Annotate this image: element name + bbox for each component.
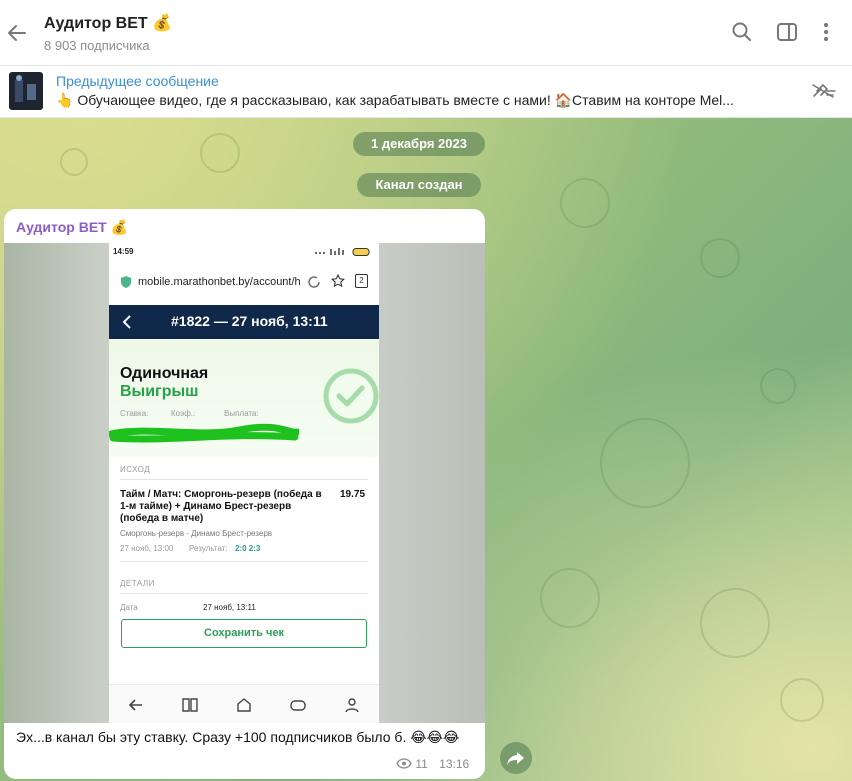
money-bag-icon: 💰 bbox=[152, 15, 173, 32]
service-message: Канал создан bbox=[357, 173, 481, 197]
payout-label: Выплата: bbox=[224, 409, 259, 418]
checkmark-badge-icon bbox=[323, 368, 379, 424]
message-time: 13:16 bbox=[439, 757, 470, 771]
message-text: Эх...в канал бы эту ставку. Сразу +100 п… bbox=[16, 729, 460, 745]
pinned-title: Предыдущее сообщение bbox=[56, 73, 219, 89]
stake-label: Ставка: bbox=[120, 409, 149, 418]
coef-label: Коэф.: bbox=[171, 409, 196, 418]
subscriber-count: 8 903 подписчика bbox=[44, 38, 150, 53]
home-icon bbox=[237, 698, 251, 712]
pinned-text: 👆 Обучающее видео, где я рассказываю, ка… bbox=[56, 92, 734, 108]
bet-header-bar: #1822 — 27 нояб, 13:11 bbox=[109, 305, 379, 339]
outcome-section-title: ИСХОД bbox=[120, 465, 151, 474]
browser-address-bar: mobile.marathonbet.by/account/h 2 bbox=[109, 261, 379, 305]
wallpaper-doodle bbox=[700, 238, 740, 278]
green-scribble-redaction bbox=[109, 423, 299, 443]
back-arrow-icon[interactable] bbox=[4, 20, 30, 46]
pinned-message-bar[interactable]: Предыдущее сообщение 👆 Обучающее видео, … bbox=[0, 66, 852, 118]
wallpaper-doodle bbox=[560, 178, 610, 228]
url-text: mobile.marathonbet.by/account/h bbox=[138, 276, 301, 288]
wallpaper-doodle bbox=[700, 588, 770, 658]
match-teams: Сморгонь-резерв - Динамо Брест-резерв bbox=[120, 529, 273, 538]
match-date: 27 нояб, 13:00 bbox=[120, 544, 174, 553]
wallpaper-doodle bbox=[60, 148, 88, 176]
sidebar-toggle-icon[interactable] bbox=[775, 20, 799, 44]
bet-summary: Одиночная Выигрыш Ставка: Коэф.: Выплата… bbox=[109, 339, 379, 457]
search-icon[interactable] bbox=[730, 20, 754, 44]
more-menu-icon[interactable] bbox=[814, 20, 838, 44]
view-count: 11 bbox=[415, 757, 428, 771]
wallpaper-doodle bbox=[760, 368, 796, 404]
sender-name: Аудитор BET bbox=[16, 219, 107, 235]
message-sender[interactable]: Аудитор BET 💰 bbox=[16, 219, 128, 236]
unpin-icon[interactable] bbox=[808, 80, 838, 102]
chat-header: Аудитор BET 💰 8 903 подписчика bbox=[0, 0, 852, 66]
channel-title-text: Аудитор BET bbox=[44, 15, 148, 32]
message-meta: 11 13:16 bbox=[396, 757, 469, 771]
star-icon bbox=[331, 274, 345, 288]
wallpaper-doodle bbox=[600, 418, 690, 508]
gamepad-icon bbox=[290, 700, 306, 711]
share-button[interactable] bbox=[500, 742, 532, 774]
wallpaper-doodle bbox=[780, 678, 824, 722]
tab-count-badge: 2 bbox=[355, 274, 368, 288]
book-icon bbox=[182, 698, 198, 712]
result-label: Результат: bbox=[189, 544, 228, 553]
divider bbox=[120, 561, 368, 562]
wallpaper-doodle bbox=[200, 133, 240, 173]
browser-back-icon bbox=[128, 699, 142, 711]
bet-receipt-screenshot: 14:59 mobile.marathonbet.by/account/h 2 … bbox=[109, 243, 379, 723]
pinned-thumbnail bbox=[9, 72, 43, 110]
share-arrow-icon bbox=[507, 752, 524, 765]
date-label: Дата bbox=[120, 603, 138, 612]
bet-odds: 19.75 bbox=[340, 489, 366, 500]
divider bbox=[120, 479, 368, 480]
date-value: 27 нояб, 13:11 bbox=[203, 603, 256, 612]
channel-title[interactable]: Аудитор BET 💰 bbox=[44, 13, 172, 33]
date-pill: 1 декабря 2023 bbox=[353, 132, 485, 156]
bet-number-title: #1822 — 27 нояб, 13:11 bbox=[171, 313, 328, 329]
profile-icon bbox=[345, 698, 359, 713]
save-receipt-button: Сохранить чек bbox=[121, 619, 367, 648]
message-photo[interactable]: 14:59 mobile.marathonbet.by/account/h 2 … bbox=[4, 243, 485, 723]
money-bag-icon: 💰 bbox=[110, 219, 129, 235]
bet-event: Тайм / Матч: Сморгонь-резерв (победа в 1… bbox=[120, 489, 322, 524]
phone-status-bar: 14:59 bbox=[109, 243, 379, 261]
wallpaper-doodle bbox=[540, 568, 600, 628]
divider bbox=[120, 593, 368, 594]
details-section-title: ДЕТАЛИ bbox=[120, 579, 155, 588]
secure-shield-icon bbox=[121, 276, 131, 288]
browser-bottom-bar bbox=[109, 684, 379, 723]
message-bubble[interactable]: Аудитор BET 💰 14:59 mobile.marathonbet.b… bbox=[4, 209, 485, 779]
views-eye-icon bbox=[396, 758, 412, 769]
bet-type: Одиночная bbox=[120, 365, 209, 382]
chevron-left-icon bbox=[122, 315, 131, 329]
status-icons bbox=[315, 248, 370, 256]
chat-area: 1 декабря 2023 Канал создан Аудитор BET … bbox=[0, 118, 852, 781]
reload-icon bbox=[308, 276, 320, 288]
status-time: 14:59 bbox=[113, 247, 134, 256]
match-score: 2:0 2:3 bbox=[235, 544, 261, 553]
bet-result: Выигрыш bbox=[120, 383, 199, 400]
